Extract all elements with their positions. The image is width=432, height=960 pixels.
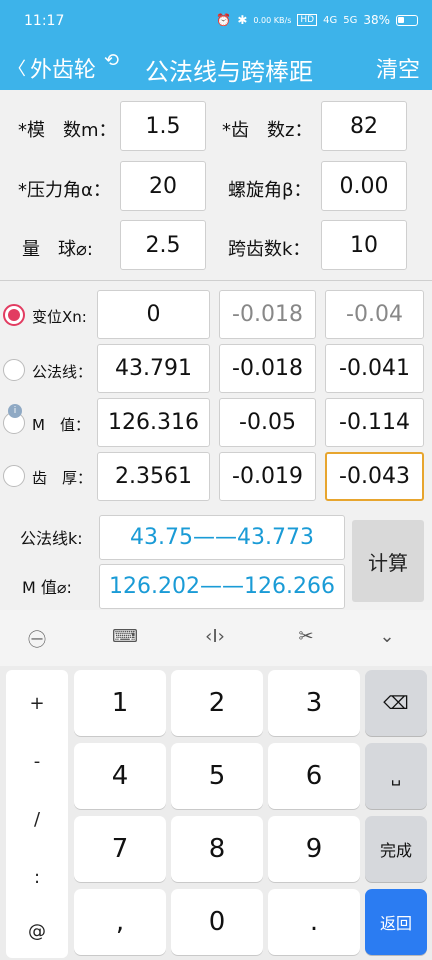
teeth-input[interactable]: 82 (321, 101, 407, 151)
space-icon: ␣ (390, 766, 402, 786)
base-tangent-upper-tol[interactable]: -0.018 (219, 344, 316, 393)
teeth-label: *齿 数z： (222, 120, 313, 141)
helix-angle-input[interactable]: 0.00 (321, 161, 407, 211)
key-2[interactable]: 2 (171, 670, 263, 736)
backspace-icon: ⌫ (383, 692, 409, 714)
helix-angle-label: 螺旋角β： (228, 180, 312, 201)
base-tangent-lower-tol[interactable]: -0.041 (325, 344, 424, 393)
key-7[interactable]: 7 (74, 816, 166, 882)
key-at[interactable]: @ (6, 902, 68, 960)
key-8[interactable]: 8 (171, 816, 263, 882)
chevron-down-icon[interactable]: ⌄ (372, 626, 402, 650)
m-value-lower-tol[interactable]: -0.114 (325, 398, 424, 447)
ball-label: 量 球⌀: (22, 239, 93, 260)
info-icon: i (8, 404, 22, 418)
key-6[interactable]: 6 (268, 743, 360, 809)
keyboard-toolbar: ㊀ ⌨ ‹I› ✂ ⌄ (0, 610, 432, 666)
divider (0, 280, 432, 281)
shift-lower-tol[interactable]: -0.04 (325, 290, 424, 339)
m-value-label: M 值： (32, 416, 90, 434)
battery-icon (396, 14, 418, 26)
m-label: M 值⌀: (22, 578, 72, 597)
key-9[interactable]: 9 (268, 816, 360, 882)
refresh-icon[interactable]: ⟲ (104, 50, 119, 71)
status-time: 11:17 (24, 13, 65, 29)
ball-input[interactable]: 2.5 (120, 220, 206, 270)
status-indicators: ⏰ ✱ 0.00 KB/s HD 4G 5G 38% (216, 13, 418, 27)
battery-percent: 38% (363, 13, 390, 27)
shift-input[interactable]: 0 (97, 290, 210, 339)
cursor-icon[interactable]: ‹I› (200, 626, 230, 650)
wk-label: 公法线k: (20, 529, 83, 548)
radio-base-tangent[interactable] (3, 359, 25, 381)
shift-upper-tol[interactable]: -0.018 (219, 290, 316, 339)
title-bar: 〈 外齿轮 ⟲ 公法线与跨棒距 清空 (0, 44, 432, 90)
key-0[interactable]: 0 (171, 889, 263, 955)
tooth-thickness-lower-tol[interactable]: -0.043 (325, 452, 424, 501)
handwriting-icon[interactable]: ㊀ (22, 626, 52, 651)
span-teeth-input[interactable]: 10 (321, 220, 407, 270)
symbol-column: + - / : @ (6, 670, 68, 958)
key-4[interactable]: 4 (74, 743, 166, 809)
net-speed: 0.00 KB/s (253, 15, 292, 25)
key-plus[interactable]: + (6, 674, 68, 732)
key-5[interactable]: 5 (171, 743, 263, 809)
backspace-key[interactable]: ⌫ (365, 670, 427, 736)
key-minus[interactable]: - (6, 732, 68, 790)
back-button[interactable]: 〈 外齿轮 (8, 52, 96, 84)
numeric-keyboard: + - / : @ 1 2 3 ⌫ 4 5 6 ␣ 7 8 9 完成 , 0 .… (0, 666, 432, 960)
return-key[interactable]: 返回 (365, 889, 427, 955)
signal-5g: 5G (343, 14, 358, 26)
page-title: 公法线与跨棒距 (145, 58, 313, 86)
key-colon[interactable]: : (6, 848, 68, 906)
key-comma[interactable]: , (74, 889, 166, 955)
radio-tooth-thickness[interactable] (3, 465, 25, 487)
bluetooth-icon: ✱ (237, 13, 248, 27)
calculate-button[interactable]: 计算 (352, 520, 424, 602)
key-slash[interactable]: / (6, 790, 68, 848)
m-value-upper-tol[interactable]: -0.05 (219, 398, 316, 447)
key-3[interactable]: 3 (268, 670, 360, 736)
base-tangent-input[interactable]: 43.791 (97, 344, 210, 393)
clear-button[interactable]: 清空 (376, 52, 420, 84)
pressure-angle-label: *压力角α： (18, 180, 111, 201)
modulus-label: *模 数m： (18, 120, 117, 141)
modulus-input[interactable]: 1.5 (120, 101, 206, 151)
tooth-thickness-input[interactable]: 2.3561 (97, 452, 210, 501)
tooth-thickness-upper-tol[interactable]: -0.019 (219, 452, 316, 501)
space-key[interactable]: ␣ (365, 743, 427, 809)
key-period[interactable]: . (268, 889, 360, 955)
signal-4g: 4G (323, 14, 338, 26)
tooth-thickness-label: 齿 厚： (32, 469, 93, 487)
chevron-left-icon: 〈 (8, 59, 26, 80)
pressure-angle-input[interactable]: 20 (120, 161, 206, 211)
m-range: 126.202——126.266 (99, 564, 345, 609)
back-label: 外齿轮 (30, 58, 97, 83)
status-bar: 11:17 ⏰ ✱ 0.00 KB/s HD 4G 5G 38% (0, 0, 432, 44)
keyboard-icon[interactable]: ⌨ (110, 626, 140, 650)
span-teeth-label: 跨齿数k： (228, 239, 311, 260)
base-tangent-label: 公法线： (32, 363, 93, 381)
hd-badge: HD (297, 14, 318, 26)
done-key[interactable]: 完成 (365, 816, 427, 882)
wk-range: 43.75——43.773 (99, 515, 345, 560)
radio-shift[interactable] (3, 304, 25, 326)
m-value-input[interactable]: 126.316 (97, 398, 210, 447)
alarm-icon: ⏰ (216, 13, 232, 27)
key-1[interactable]: 1 (74, 670, 166, 736)
scissors-icon[interactable]: ✂ (291, 626, 321, 650)
shift-label: 变位Xn: (32, 308, 87, 326)
